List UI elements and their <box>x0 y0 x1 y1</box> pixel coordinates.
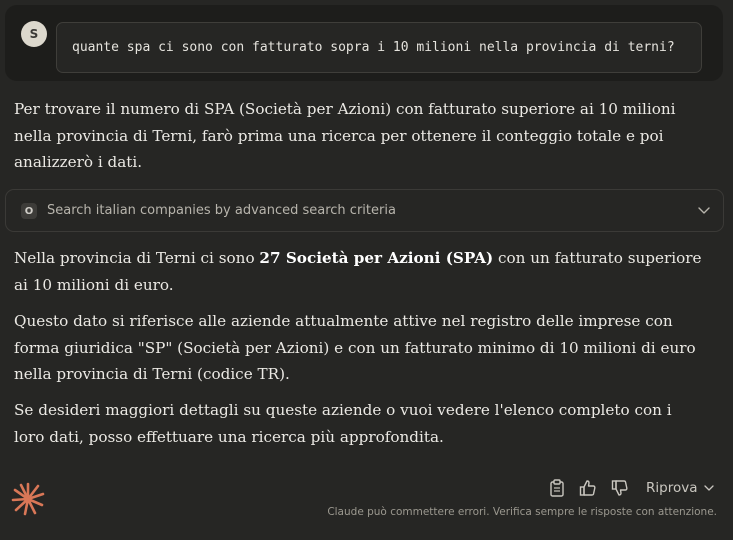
answer-highlight: 27 Società per Azioni (SPA) <box>259 249 494 267</box>
assistant-paragraph-3: Se desideri maggiori dettagli su queste … <box>14 401 672 446</box>
assistant-answer: Nella provincia di Terni ci sono 27 Soci… <box>14 245 704 298</box>
chevron-down-icon <box>704 485 715 491</box>
clipboard-icon[interactable] <box>547 478 567 498</box>
tool-call-label: Search italian companies by advanced sea… <box>47 203 396 218</box>
tool-icon: O <box>21 203 37 219</box>
chevron-down-icon[interactable] <box>697 203 711 217</box>
answer-prefix: Nella provincia di Terni ci sono <box>14 249 260 267</box>
retry-label: Riprova <box>646 480 698 496</box>
retry-button[interactable]: Riprova <box>646 478 715 498</box>
user-message: quante spa ci sono con fatturato sopra i… <box>56 22 702 73</box>
disclaimer-text: Claude può commettere errori. Verifica s… <box>327 506 717 518</box>
assistant-paragraph-2: Questo dato si riferisce alle aziende at… <box>14 312 696 383</box>
thumbs-down-icon[interactable] <box>610 478 630 498</box>
user-message-block: S quante spa ci sono con fatturato sopra… <box>5 5 723 81</box>
user-avatar: S <box>21 21 47 47</box>
thumbs-up-icon[interactable] <box>578 478 598 498</box>
assistant-intro: Per trovare il numero di SPA (Società pe… <box>14 100 676 171</box>
tool-call-expander[interactable]: O Search italian companies by advanced s… <box>5 189 724 232</box>
claude-logo-icon <box>11 482 45 516</box>
